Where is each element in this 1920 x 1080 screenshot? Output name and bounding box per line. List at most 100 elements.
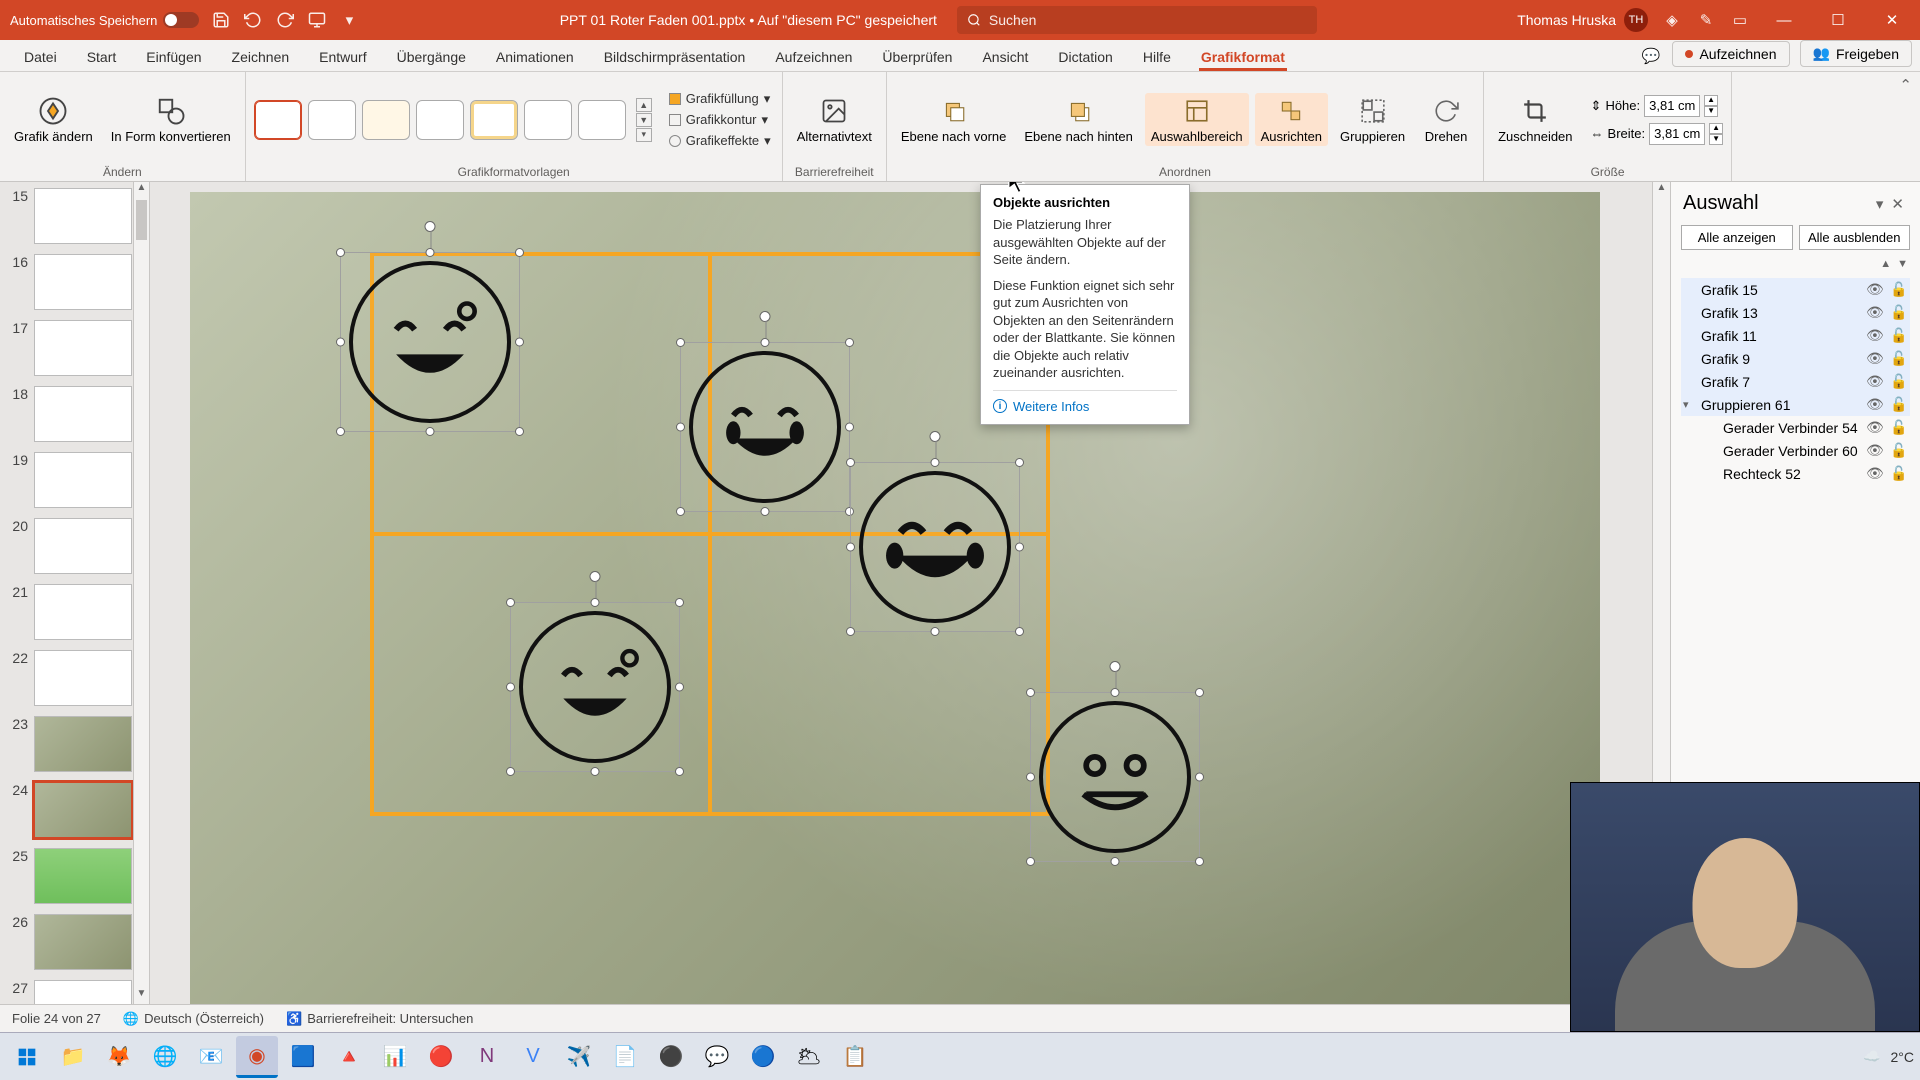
tab-ansicht[interactable]: Ansicht — [968, 43, 1042, 71]
width-input[interactable] — [1649, 123, 1705, 145]
selection-item[interactable]: Grafik 13 👁 🔓 — [1681, 301, 1910, 324]
record-button[interactable]: Aufzeichnen — [1672, 41, 1789, 67]
app-icon-6[interactable]: 💬 — [696, 1036, 738, 1078]
start-button[interactable] — [6, 1036, 48, 1078]
tab-uebergaenge[interactable]: Übergänge — [383, 43, 480, 71]
more-icon[interactable]: ▾ — [339, 10, 359, 30]
redo-icon[interactable] — [275, 10, 295, 30]
align-button[interactable]: Ausrichten — [1255, 93, 1328, 147]
weather-temp[interactable]: 2°C — [1891, 1049, 1915, 1065]
style-preset-2[interactable] — [308, 100, 356, 140]
thumb-slide-22[interactable]: 22 — [4, 650, 141, 706]
close-button[interactable]: ✕ — [1872, 0, 1912, 40]
lock-icon[interactable]: 🔓 — [1890, 281, 1908, 298]
search-box[interactable] — [957, 6, 1317, 34]
thumb-slide-19[interactable]: 19 — [4, 452, 141, 508]
thumb-slide-26[interactable]: 26 — [4, 914, 141, 970]
group-button[interactable]: Gruppieren — [1334, 93, 1411, 147]
style-preset-7[interactable] — [578, 100, 626, 140]
thumb-slide-24[interactable]: 24 — [4, 782, 141, 838]
move-down-icon[interactable]: ▼ — [1897, 258, 1908, 270]
collapse-ribbon-icon[interactable]: ⌃ — [1899, 76, 1912, 94]
selection-item[interactable]: Grafik 15 👁 🔓 — [1681, 278, 1910, 301]
tab-hilfe[interactable]: Hilfe — [1129, 43, 1185, 71]
search-input[interactable] — [989, 12, 1307, 28]
alttext-button[interactable]: Alternativtext — [791, 93, 878, 147]
hide-all-button[interactable]: Alle ausblenden — [1799, 225, 1911, 250]
thumbs-scrollbar[interactable]: ▲▼ — [133, 182, 149, 1004]
tab-aufzeichnen[interactable]: Aufzeichnen — [761, 43, 866, 71]
tab-bildschirm[interactable]: Bildschirmpräsentation — [590, 43, 760, 71]
app-icon-7[interactable]: 🔵 — [742, 1036, 784, 1078]
selection-item[interactable]: Grafik 11 👁 🔓 — [1681, 324, 1910, 347]
comments-icon[interactable]: 💬 — [1632, 41, 1671, 71]
shape-emoji-5[interactable] — [1030, 692, 1200, 862]
slide-counter[interactable]: Folie 24 von 27 — [12, 1011, 101, 1026]
height-down[interactable]: ▼ — [1704, 106, 1718, 117]
height-up[interactable]: ▲ — [1704, 95, 1718, 106]
pen-icon[interactable]: ✎ — [1696, 10, 1716, 30]
selection-pane-button[interactable]: Auswahlbereich — [1145, 93, 1249, 147]
undo-icon[interactable] — [243, 10, 263, 30]
rotate-handle-icon[interactable] — [1110, 661, 1121, 672]
convert-shape-button[interactable]: In Form konvertieren — [105, 93, 237, 147]
style-preset-3[interactable] — [362, 100, 410, 140]
app-icon-8[interactable]: 🌥 — [788, 1036, 830, 1078]
weather-icon[interactable]: ☁️ — [1863, 1048, 1880, 1065]
account-button[interactable]: Thomas Hruska TH — [1517, 8, 1648, 32]
eye-icon[interactable]: 👁 — [1866, 396, 1884, 413]
styles-down-icon[interactable]: ▼ — [636, 113, 652, 127]
lock-icon[interactable]: 🔓 — [1890, 327, 1908, 344]
change-graphic-button[interactable]: Grafik ändern — [8, 93, 99, 147]
crop-button[interactable]: Zuschneiden — [1492, 93, 1578, 147]
tab-grafikformat[interactable]: Grafikformat — [1187, 43, 1299, 71]
width-field[interactable]: ⇔Breite:▲▼ — [1591, 123, 1724, 145]
tab-datei[interactable]: Datei — [10, 43, 71, 71]
eye-icon[interactable]: 👁 — [1866, 281, 1884, 298]
explorer-icon[interactable]: 📁 — [52, 1036, 94, 1078]
language-status[interactable]: 🌐Deutsch (Österreich) — [123, 1011, 264, 1027]
selection-item[interactable]: Grafik 7 👁 🔓 — [1681, 370, 1910, 393]
eye-icon[interactable]: 👁 — [1866, 419, 1884, 436]
rotate-handle-icon[interactable] — [590, 571, 601, 582]
send-backward-button[interactable]: Ebene nach hinten — [1018, 93, 1138, 147]
tab-einfuegen[interactable]: Einfügen — [132, 43, 215, 71]
style-preset-6[interactable] — [524, 100, 572, 140]
shape-emoji-1[interactable] — [340, 252, 520, 432]
lock-icon[interactable]: 🔓 — [1890, 419, 1908, 436]
share-button[interactable]: 👥Freigeben — [1800, 40, 1912, 67]
width-up[interactable]: ▲ — [1709, 123, 1723, 134]
telegram-icon[interactable]: ✈️ — [558, 1036, 600, 1078]
selection-item[interactable]: Gerader Verbinder 60 👁 🔓 — [1681, 439, 1910, 462]
thumb-slide-17[interactable]: 17 — [4, 320, 141, 376]
tab-ueberpruefen[interactable]: Überprüfen — [868, 43, 966, 71]
app-icon-3[interactable]: 🔴 — [420, 1036, 462, 1078]
selection-item[interactable]: Gerader Verbinder 54 👁 🔓 — [1681, 416, 1910, 439]
outline-button[interactable]: Grafikkontur ▾ — [666, 111, 771, 129]
chrome-icon[interactable]: 🌐 — [144, 1036, 186, 1078]
pane-close-icon[interactable]: ✕ — [1887, 196, 1908, 213]
slide[interactable] — [190, 192, 1600, 1004]
rotate-handle-icon[interactable] — [425, 221, 436, 232]
rotate-handle-icon[interactable] — [930, 431, 941, 442]
effects-button[interactable]: Grafikeffekte ▾ — [666, 132, 774, 150]
show-all-button[interactable]: Alle anzeigen — [1681, 225, 1793, 250]
maximize-button[interactable]: ☐ — [1818, 0, 1858, 40]
obs-icon[interactable]: ⚫ — [650, 1036, 692, 1078]
bring-forward-button[interactable]: Ebene nach vorne — [895, 93, 1013, 147]
style-preset-5[interactable] — [470, 100, 518, 140]
shape-emoji-3[interactable] — [850, 462, 1020, 632]
eye-icon[interactable]: 👁 — [1866, 350, 1884, 367]
autosave-toggle[interactable]: Automatisches Speichern — [10, 12, 199, 28]
thumb-slide-15[interactable]: 15 — [4, 188, 141, 244]
eye-icon[interactable]: 👁 — [1866, 442, 1884, 459]
eye-icon[interactable]: 👁 — [1866, 327, 1884, 344]
shape-emoji-4[interactable] — [510, 602, 680, 772]
move-up-icon[interactable]: ▲ — [1880, 258, 1891, 270]
app-icon-5[interactable]: 📄 — [604, 1036, 646, 1078]
lock-icon[interactable]: 🔓 — [1890, 304, 1908, 321]
rotate-button[interactable]: Drehen — [1417, 93, 1475, 147]
thumb-slide-27[interactable]: 27 — [4, 980, 141, 1004]
outlook-icon[interactable]: 📧 — [190, 1036, 232, 1078]
lock-icon[interactable]: 🔓 — [1890, 442, 1908, 459]
